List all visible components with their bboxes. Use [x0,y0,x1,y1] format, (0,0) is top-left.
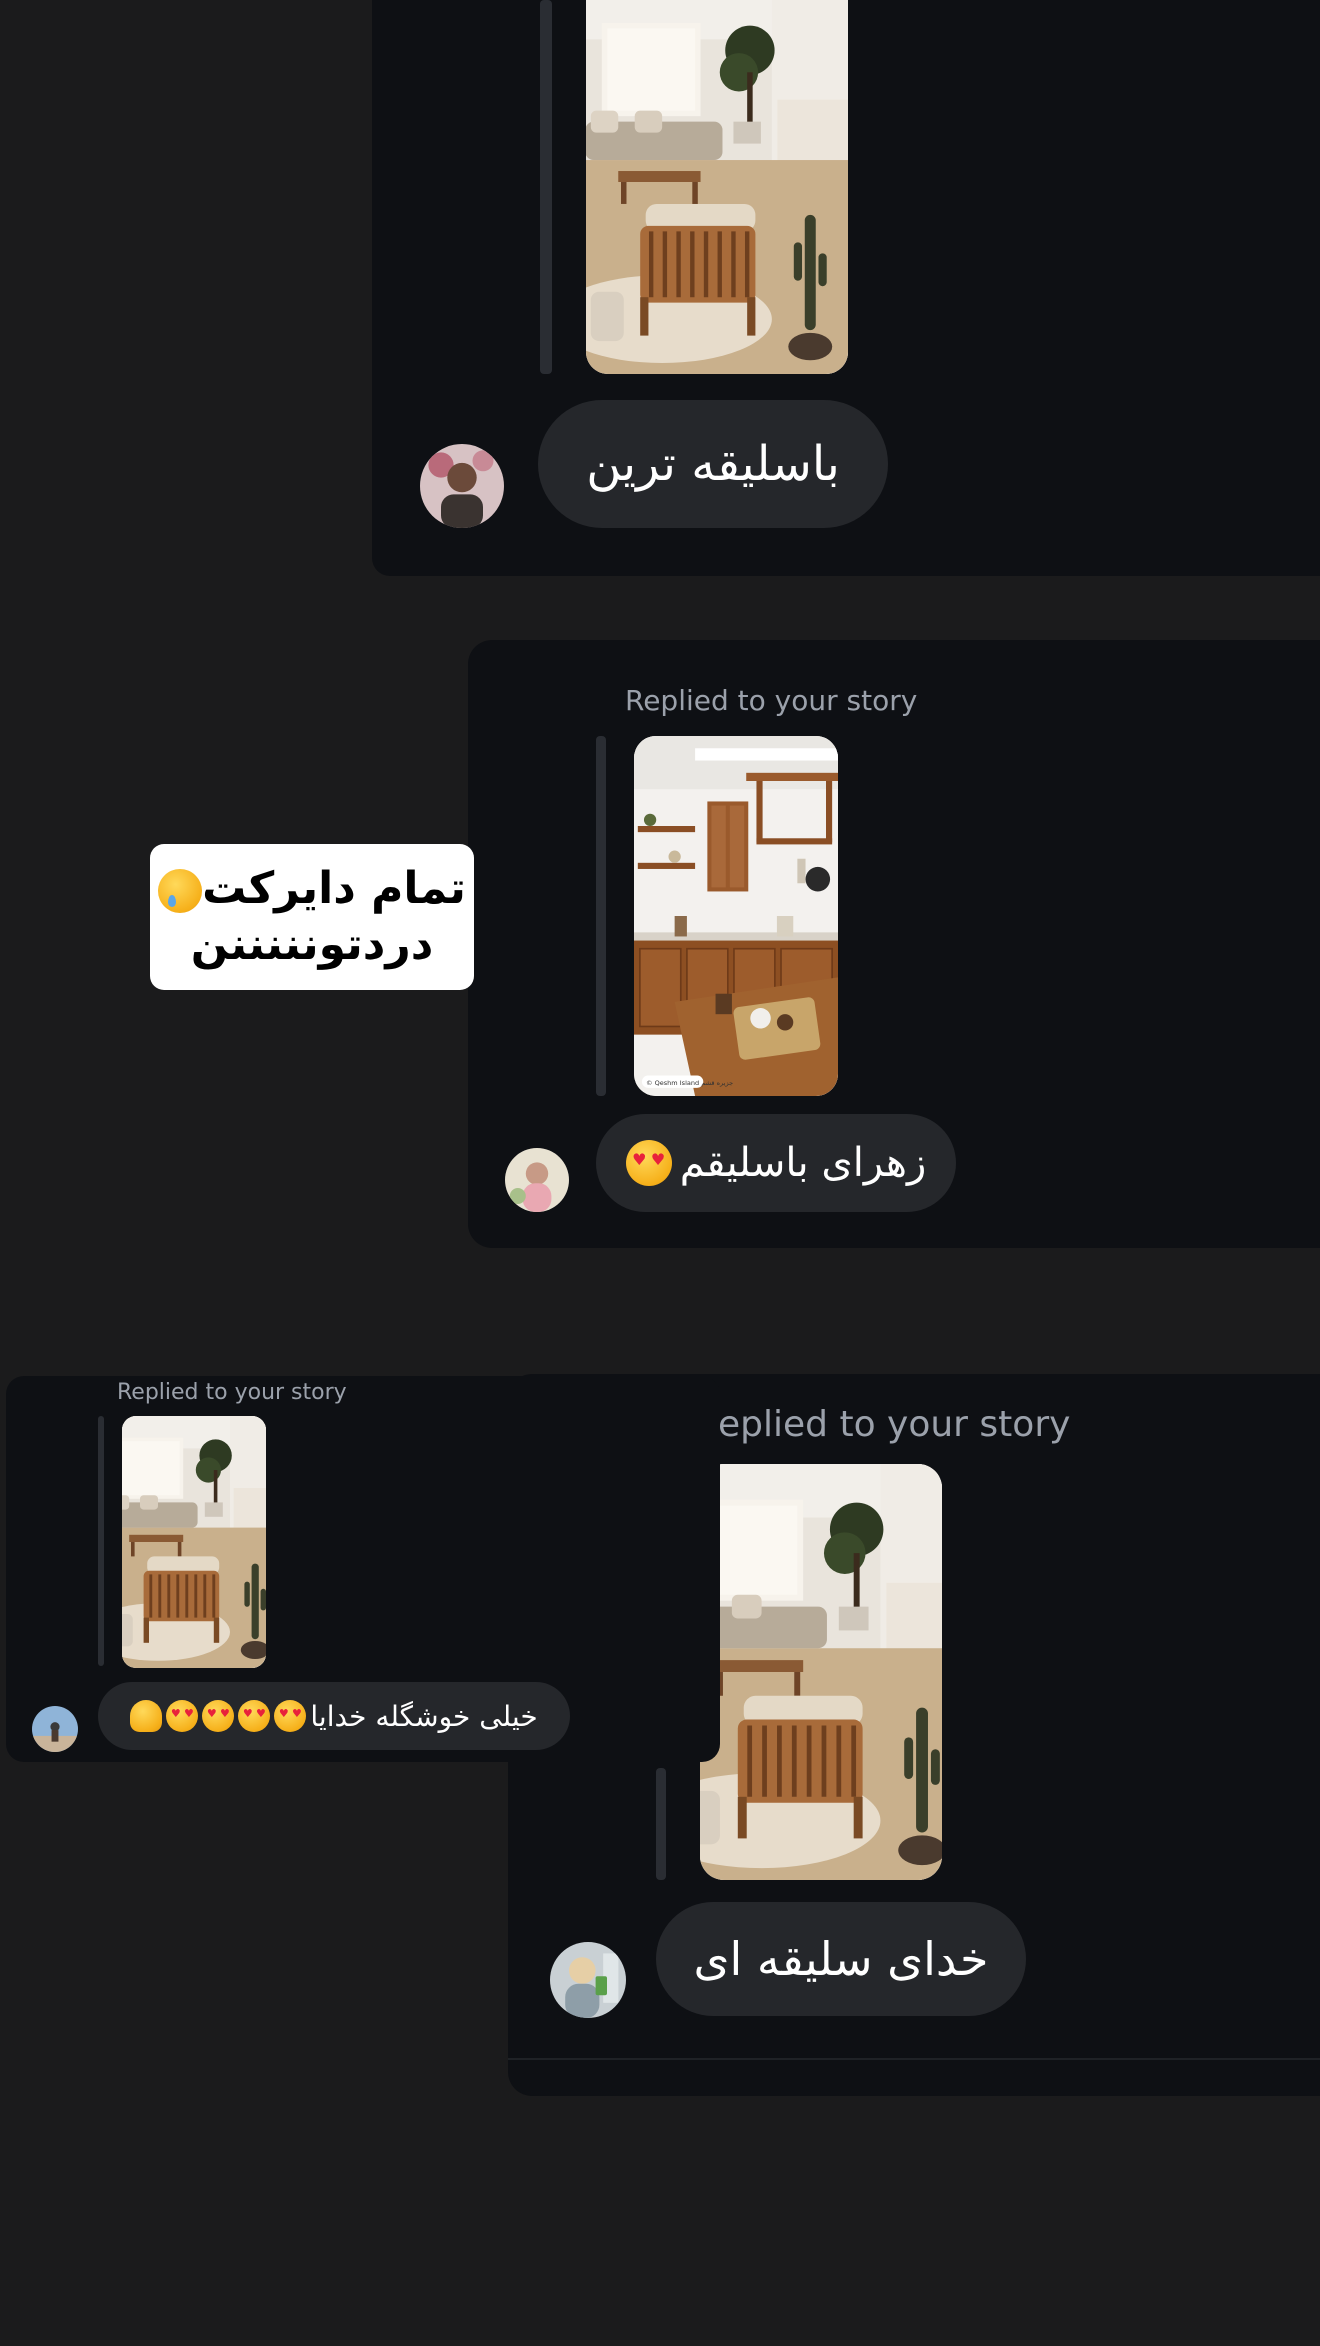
living-room-photo [122,1416,266,1668]
reply-text: خیلی خوشگله خدایا [310,1699,538,1733]
reply-text: زهرای باسلیقم [679,1140,927,1186]
divider [508,2058,1320,2060]
living-room-photo [586,0,848,374]
sticker-line-2: دردتونننننن [190,919,434,970]
kitchen-photo: © Qeshm Island جزیره قشم [634,736,838,1096]
quote-bar [596,736,606,1096]
quote-bar [540,0,552,374]
heart-eyes-emoji [166,1700,199,1732]
story-thumbnail[interactable] [700,1464,942,1880]
heart-eyes-emoji [202,1700,235,1732]
story-thumbnail[interactable] [586,0,848,374]
story-reply-card-3-overlay: Replied to your story خیلی خوشگله خدایا [6,1376,720,1762]
reply-bubble[interactable]: خدای سلیقه ای [656,1902,1026,2016]
avatar[interactable] [505,1148,569,1212]
avatar[interactable] [32,1706,78,1752]
reply-text: خدای سلیقه ای [693,1932,989,1986]
story-thumbnail[interactable] [122,1416,266,1668]
replied-label: eplied to your story [718,1404,1071,1445]
quote-bar [98,1416,104,1666]
text-sticker: تمام دایرکت دردتونننننن [150,844,474,990]
story-reply-card-2: Replied to your story © Qeshm Island جزی… [468,640,1320,1248]
replied-label: Replied to your story [625,684,918,717]
story-thumbnail[interactable]: © Qeshm Island جزیره قشم [634,736,838,1096]
heart-eyes-emoji [625,1140,672,1186]
avatar[interactable] [550,1942,626,2018]
reply-bubble[interactable]: باسلیقه ترین [538,400,888,528]
reply-text: باسلیقه ترین [586,436,840,492]
heart-eyes-emoji [274,1700,307,1732]
living-room-photo [700,1464,942,1880]
avatar[interactable] [420,444,504,528]
reply-bubble[interactable]: خیلی خوشگله خدایا [98,1682,570,1750]
sticker-line-1: تمام دایرکت [150,861,474,917]
story-watermark: © Qeshm Island جزیره قشم [646,1079,733,1087]
reply-bubble[interactable]: زهرای باسلیقم [596,1114,956,1212]
quote-bar [656,1768,666,1880]
story-reply-card-1: باسلیقه ترین [372,0,1320,576]
replied-label: Replied to your story [117,1380,347,1405]
heart-eyes-emoji [238,1700,271,1732]
melting-face-emoji [130,1700,163,1732]
crying-face-emoji [158,869,203,913]
